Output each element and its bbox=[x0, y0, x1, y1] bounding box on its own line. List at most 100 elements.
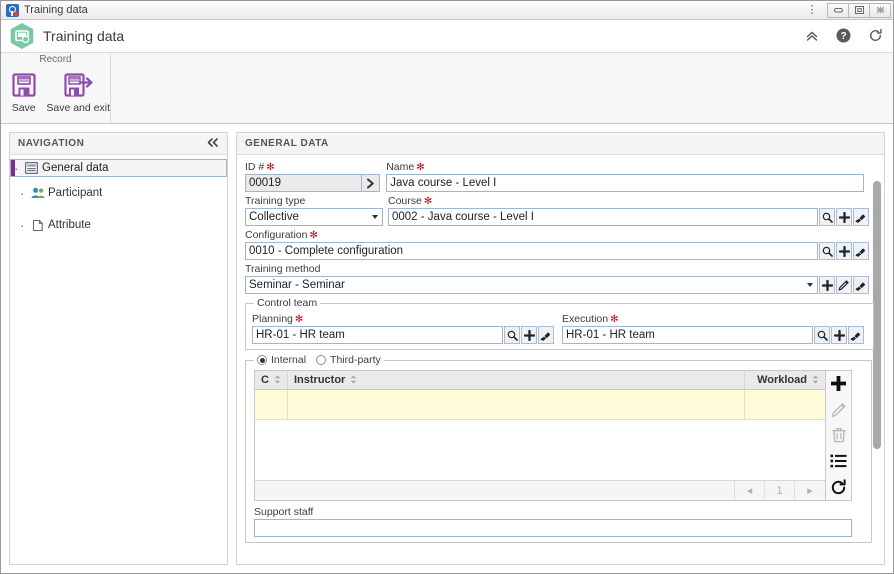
execution-clear-brush-button[interactable] bbox=[848, 326, 864, 344]
planning-input[interactable] bbox=[252, 326, 503, 344]
app-header: Training data ? bbox=[1, 20, 893, 52]
label-text: Course bbox=[388, 195, 422, 207]
field-label-training-method: Training method bbox=[245, 263, 872, 276]
field-label-name: Name ✻ bbox=[386, 161, 864, 174]
label-text: Planning bbox=[252, 313, 293, 325]
collapse-ribbon-icon[interactable] bbox=[805, 29, 819, 43]
instructor-grid-header: C Instructor Workload bbox=[255, 371, 825, 390]
window-menu-icon[interactable]: ⋮ bbox=[804, 4, 820, 15]
navigation-panel: NAVIGATION · General data · Participant … bbox=[9, 132, 228, 565]
field-label-course: Course ✻ bbox=[388, 195, 869, 208]
title-bar: Training data ⋮ bbox=[1, 1, 893, 20]
bullet-icon: · bbox=[14, 160, 19, 176]
configuration-add-button[interactable] bbox=[836, 242, 852, 260]
scrollbar-thumb[interactable] bbox=[873, 181, 881, 449]
column-header-instructor[interactable]: Instructor bbox=[288, 371, 745, 389]
refresh-icon[interactable] bbox=[868, 28, 883, 43]
field-configuration: Configuration ✻ bbox=[245, 229, 872, 260]
navigation-list: · General data · Participant · Attribute bbox=[10, 155, 227, 564]
app-window-icon bbox=[6, 3, 19, 17]
navigation-title: NAVIGATION bbox=[18, 138, 85, 149]
column-header-c[interactable]: C bbox=[255, 371, 288, 389]
content-scrollbar[interactable] bbox=[873, 181, 881, 449]
edit-row-button[interactable] bbox=[826, 397, 851, 423]
column-header-label: C bbox=[261, 374, 269, 386]
save-button[interactable]: Save bbox=[1, 69, 46, 114]
refresh-grid-button[interactable] bbox=[826, 474, 851, 500]
pagination-next-button[interactable]: ▸ bbox=[795, 481, 825, 500]
table-row[interactable] bbox=[255, 390, 825, 420]
name-input[interactable] bbox=[386, 174, 864, 192]
sidebar-item-attribute[interactable]: · Attribute bbox=[10, 209, 227, 241]
pagination-prev-button[interactable]: ◂ bbox=[735, 481, 765, 500]
close-button[interactable] bbox=[869, 2, 891, 18]
training-method-clear-brush-button[interactable] bbox=[853, 276, 869, 294]
bullet-icon: · bbox=[20, 185, 25, 201]
label-text: Name bbox=[386, 161, 415, 173]
add-row-button[interactable] bbox=[826, 371, 851, 397]
radio-third-party[interactable]: Third-party bbox=[316, 354, 381, 366]
course-search-button[interactable] bbox=[819, 208, 835, 226]
course-clear-brush-button[interactable] bbox=[853, 208, 869, 226]
form-row-type-course: Training type Collective Course ✻ bbox=[245, 195, 869, 229]
field-planning: Planning ✻ bbox=[252, 313, 557, 344]
planning-search-button[interactable] bbox=[504, 326, 520, 344]
form-row-id-name: ID # ✻ Name ✻ bbox=[245, 161, 864, 195]
column-header-workload[interactable]: Workload bbox=[745, 371, 825, 389]
configuration-clear-brush-button[interactable] bbox=[853, 242, 869, 260]
restore-button[interactable] bbox=[848, 2, 870, 18]
configuration-input[interactable] bbox=[245, 242, 818, 260]
pagination-page-number[interactable]: 1 bbox=[765, 481, 795, 500]
pagination-spacer bbox=[255, 481, 735, 500]
instructor-grid-rows bbox=[255, 390, 825, 480]
main-body: NAVIGATION · General data · Participant … bbox=[1, 124, 893, 573]
field-training-method: Training method Seminar - Seminar bbox=[245, 263, 872, 294]
execution-input[interactable] bbox=[562, 326, 813, 344]
sidebar-item-label: General data bbox=[42, 162, 109, 174]
field-execution: Execution ✻ bbox=[562, 313, 867, 344]
required-marker-icon: ✻ bbox=[610, 313, 619, 325]
planning-clear-brush-button[interactable] bbox=[538, 326, 554, 344]
sidebar-item-general-data[interactable]: · General data bbox=[10, 159, 227, 177]
application-window: Training data ⋮ Training data ? Record S… bbox=[0, 0, 894, 574]
required-marker-icon: ✻ bbox=[416, 161, 425, 173]
training-method-add-button[interactable] bbox=[819, 276, 835, 294]
id-go-button[interactable] bbox=[362, 174, 380, 192]
delete-row-button[interactable] bbox=[826, 423, 851, 449]
participant-icon bbox=[29, 187, 46, 199]
help-icon[interactable]: ? bbox=[836, 28, 851, 43]
sort-icon bbox=[274, 375, 281, 386]
save-and-exit-button[interactable]: Save and exit bbox=[46, 69, 110, 114]
training-type-select[interactable]: Collective bbox=[245, 208, 383, 226]
field-name: Name ✻ bbox=[386, 161, 864, 192]
chevron-down-icon bbox=[372, 215, 378, 219]
training-method-value: Seminar - Seminar bbox=[249, 279, 345, 291]
course-add-button[interactable] bbox=[836, 208, 852, 226]
radio-internal[interactable]: Internal bbox=[257, 354, 306, 366]
chevron-down-icon bbox=[807, 283, 813, 287]
planning-add-button[interactable] bbox=[521, 326, 537, 344]
field-label-id: ID # ✻ bbox=[245, 161, 381, 174]
cell-c bbox=[255, 390, 288, 419]
window-title: Training data bbox=[24, 4, 88, 16]
sidebar-item-participant[interactable]: · Participant bbox=[10, 177, 227, 209]
support-staff-input[interactable] bbox=[254, 519, 852, 537]
id-input[interactable] bbox=[245, 174, 362, 192]
training-method-edit-button[interactable] bbox=[836, 276, 852, 294]
column-header-label: Instructor bbox=[294, 374, 346, 386]
save-button-label: Save bbox=[11, 102, 36, 114]
collapse-navigation-icon[interactable] bbox=[206, 137, 219, 151]
course-input[interactable] bbox=[388, 208, 818, 226]
list-options-button[interactable] bbox=[826, 448, 851, 474]
field-label-execution: Execution ✻ bbox=[562, 313, 867, 326]
execution-search-button[interactable] bbox=[814, 326, 830, 344]
minimize-button[interactable] bbox=[827, 2, 849, 18]
save-and-exit-button-label: Save and exit bbox=[46, 102, 110, 114]
execution-add-button[interactable] bbox=[831, 326, 847, 344]
training-method-select[interactable]: Seminar - Seminar bbox=[245, 276, 818, 294]
field-training-type: Training type Collective bbox=[245, 195, 383, 226]
instructor-grid: C Instructor Workload ◂ 1 ▸ bbox=[254, 370, 852, 501]
save-and-exit-icon bbox=[64, 73, 93, 97]
ribbon-toolbar: Record Save Save and exit bbox=[1, 52, 893, 124]
configuration-search-button[interactable] bbox=[819, 242, 835, 260]
